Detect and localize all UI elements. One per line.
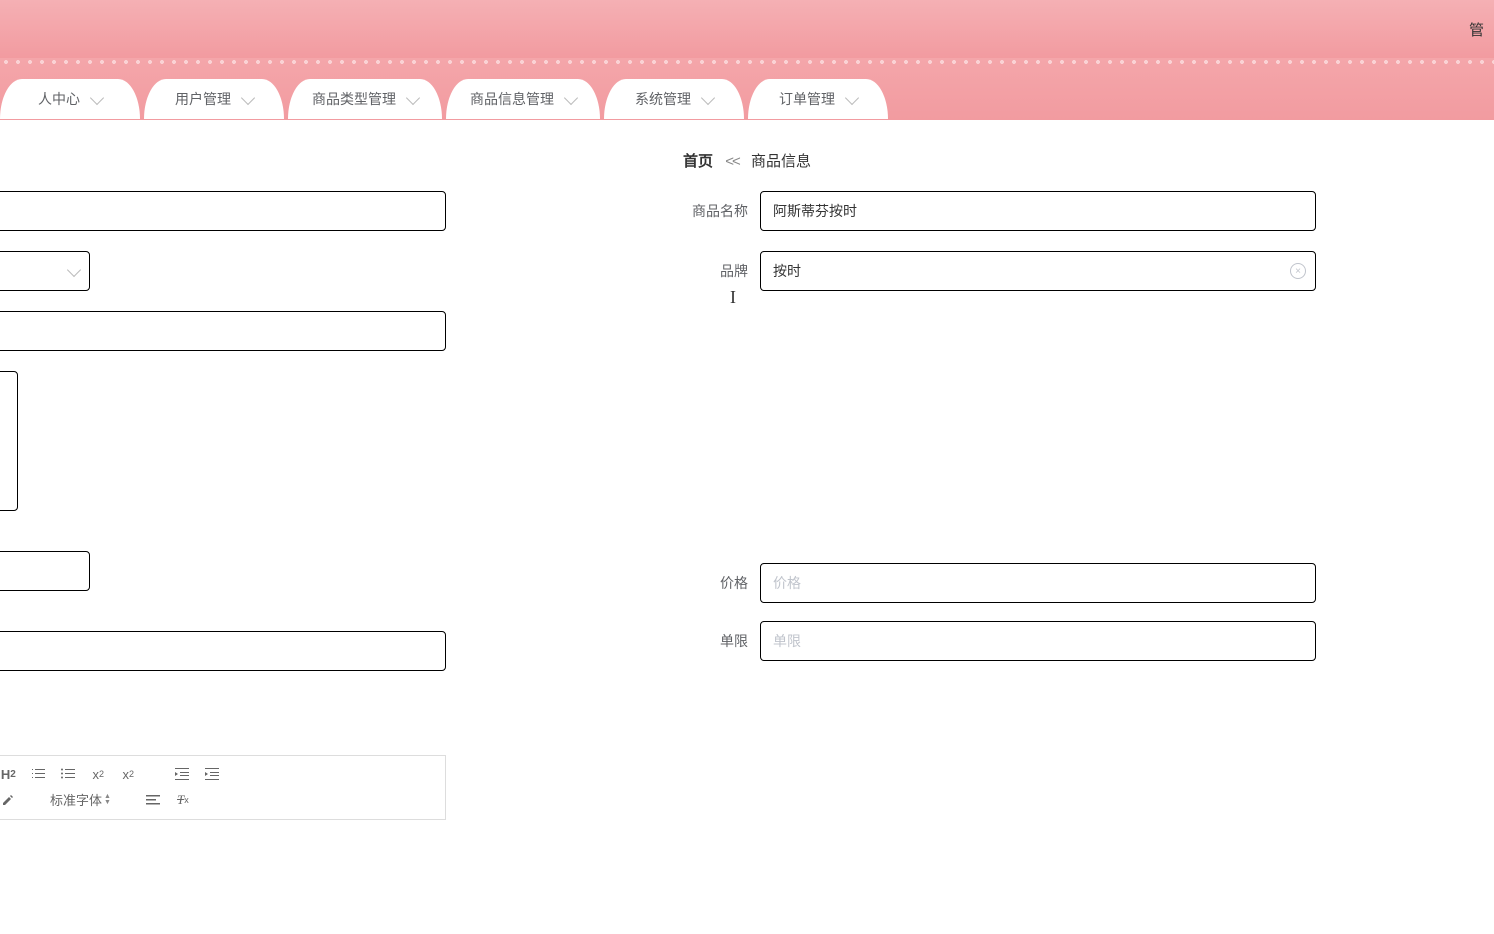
font-label: 标准字体 xyxy=(50,790,102,809)
toolbar-row-1: ❝ </> H1 H2 x2 x2 xyxy=(0,762,435,786)
rich-text-toolbar: ❝ </> H1 H2 x2 x2 文本 ▲▼ xyxy=(0,755,446,820)
limit-input[interactable] xyxy=(760,621,1316,661)
price-input[interactable] xyxy=(760,563,1316,603)
chevron-down-icon xyxy=(845,90,859,104)
left-input-4[interactable] xyxy=(0,631,446,671)
clear-icon[interactable] xyxy=(1290,263,1306,279)
updown-icon: ▲▼ xyxy=(104,794,111,806)
nav-bar: 人中心 用户管理 商品类型管理 商品信息管理 系统管理 订单管理 xyxy=(0,58,1494,120)
left-select-1[interactable] xyxy=(0,251,90,291)
highlight-icon[interactable] xyxy=(0,792,16,808)
price-label: 价格 xyxy=(680,573,760,593)
chevron-down-icon xyxy=(406,90,420,104)
left-input-2[interactable] xyxy=(0,311,446,351)
product-name-row: 商品名称 xyxy=(680,191,1316,231)
left-input-1[interactable] xyxy=(0,191,446,231)
brand-input[interactable] xyxy=(760,251,1316,291)
left-image-upload[interactable] xyxy=(0,371,18,511)
nav-label: 商品信息管理 xyxy=(470,89,554,109)
brand-label: 品牌 xyxy=(680,261,760,281)
product-name-input[interactable] xyxy=(760,191,1316,231)
breadcrumb: 首页 << 商品信息 xyxy=(0,120,1494,191)
superscript-icon[interactable]: x2 xyxy=(120,767,136,782)
product-name-label: 商品名称 xyxy=(680,201,760,221)
text-cursor-icon: I xyxy=(730,287,736,308)
brand-input-wrapper xyxy=(760,251,1316,291)
indent-decrease-icon[interactable] xyxy=(174,767,190,781)
nav-label: 订单管理 xyxy=(779,89,835,109)
nav-item-product-info[interactable]: 商品信息管理 xyxy=(446,79,600,119)
limit-label: 单限 xyxy=(680,631,760,651)
breadcrumb-home[interactable]: 首页 xyxy=(683,153,713,170)
header-bar: 管 xyxy=(0,0,1494,58)
nav-label: 人中心 xyxy=(38,89,80,109)
nav-label: 商品类型管理 xyxy=(312,89,396,109)
align-icon[interactable] xyxy=(145,793,161,807)
nav-label: 用户管理 xyxy=(175,89,231,109)
indent-increase-icon[interactable] xyxy=(204,767,220,781)
clear-format-icon[interactable]: Tx xyxy=(175,792,191,808)
chevron-down-icon xyxy=(241,90,255,104)
ordered-list-icon[interactable] xyxy=(30,767,46,781)
subscript-icon[interactable]: x2 xyxy=(90,767,106,782)
nav-item-personal-center[interactable]: 人中心 xyxy=(0,79,140,119)
nav-item-order[interactable]: 订单管理 xyxy=(748,79,888,119)
chevron-down-icon xyxy=(564,90,578,104)
chevron-down-icon xyxy=(90,90,104,104)
nav-item-system[interactable]: 系统管理 xyxy=(604,79,744,119)
font-select[interactable]: 标准字体 ▲▼ xyxy=(50,790,111,809)
left-column xyxy=(0,191,446,691)
limit-row: 单限 xyxy=(680,621,1316,661)
nav-item-user-management[interactable]: 用户管理 xyxy=(144,79,284,119)
header-right-text: 管 xyxy=(1469,19,1484,40)
brand-row: 品牌 I xyxy=(680,251,1316,291)
breadcrumb-separator: << xyxy=(725,153,739,170)
chevron-down-icon xyxy=(701,90,715,104)
toolbar-row-2: 文本 ▲▼ A 标准字体 ▲▼ Tx xyxy=(0,786,435,813)
price-row: 价格 xyxy=(680,563,1316,603)
breadcrumb-current: 商品信息 xyxy=(751,153,811,170)
chevron-down-icon xyxy=(67,262,81,276)
left-input-3[interactable] xyxy=(0,551,90,591)
nav-label: 系统管理 xyxy=(635,89,691,109)
nav-item-product-type[interactable]: 商品类型管理 xyxy=(288,79,442,119)
nav-decoration xyxy=(0,58,1494,66)
unordered-list-icon[interactable] xyxy=(60,767,76,781)
heading2-icon[interactable]: H2 xyxy=(0,767,16,782)
